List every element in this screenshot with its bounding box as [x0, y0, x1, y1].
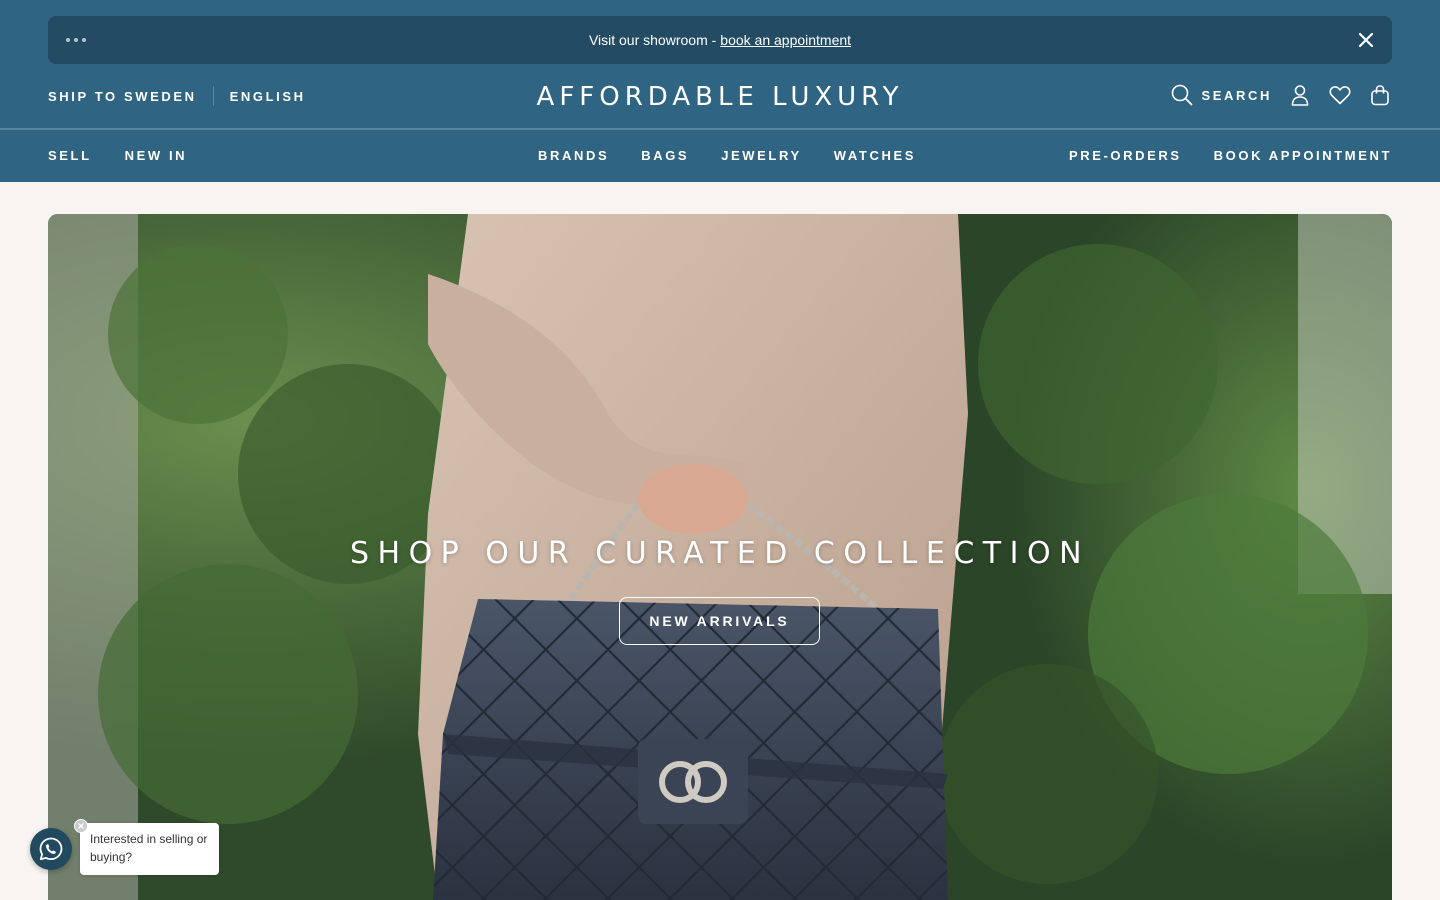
main-navigation: SELL NEW IN BRANDS BAGS JEWELRY WATCHES … [0, 130, 1440, 182]
language-selector[interactable]: ENGLISH [230, 89, 306, 104]
hero-headline: SHOP OUR CURATED COLLECTION [349, 536, 1091, 571]
whatsapp-chat-button[interactable] [30, 828, 72, 870]
nav-item-pre-orders[interactable]: PRE-ORDERS [1069, 148, 1182, 163]
top-bar: SHIP TO SWEDEN ENGLISH AFFORDABLE LUXURY… [0, 64, 1440, 128]
wishlist-heart-icon[interactable] [1328, 83, 1352, 107]
nav-item-sell[interactable]: SELL [48, 148, 92, 163]
hero-banner[interactable]: SHOP OUR CURATED COLLECTION NEW ARRIVALS [48, 214, 1392, 900]
close-icon[interactable] [1356, 30, 1376, 50]
chat-prompt-bubble[interactable]: Interested in selling or buying? [80, 823, 219, 875]
nav-item-jewelry[interactable]: JEWELRY [721, 148, 802, 163]
account-icon[interactable] [1288, 83, 1312, 107]
ship-to-selector[interactable]: SHIP TO SWEDEN [48, 89, 197, 104]
nav-item-watches[interactable]: WATCHES [834, 148, 916, 163]
site-logo[interactable]: AFFORDABLE LUXURY [536, 82, 904, 112]
site-header: Visit our showroom - book an appointment… [0, 0, 1440, 182]
announcement-bar: Visit our showroom - book an appointment [48, 16, 1392, 64]
announcement-text: Visit our showroom - [588, 32, 717, 48]
search-label: SEARCH [1201, 87, 1272, 103]
nav-item-brands[interactable]: BRANDS [538, 148, 609, 163]
chat-prompt-close-icon[interactable] [74, 819, 88, 833]
shopping-bag-icon[interactable] [1368, 83, 1392, 107]
nav-item-bags[interactable]: BAGS [641, 148, 689, 163]
search-icon [1171, 84, 1192, 106]
announcement-dots-icon[interactable] [66, 38, 86, 42]
book-appointment-link[interactable]: book an appointment [720, 32, 851, 48]
nav-item-new-in[interactable]: NEW IN [125, 148, 188, 163]
search-button[interactable]: SEARCH [1170, 83, 1273, 107]
nav-item-book-appointment[interactable]: BOOK APPOINTMENT [1214, 148, 1392, 163]
divider [212, 86, 214, 106]
whatsapp-icon [39, 837, 63, 861]
new-arrivals-button[interactable]: NEW ARRIVALS [619, 597, 820, 645]
